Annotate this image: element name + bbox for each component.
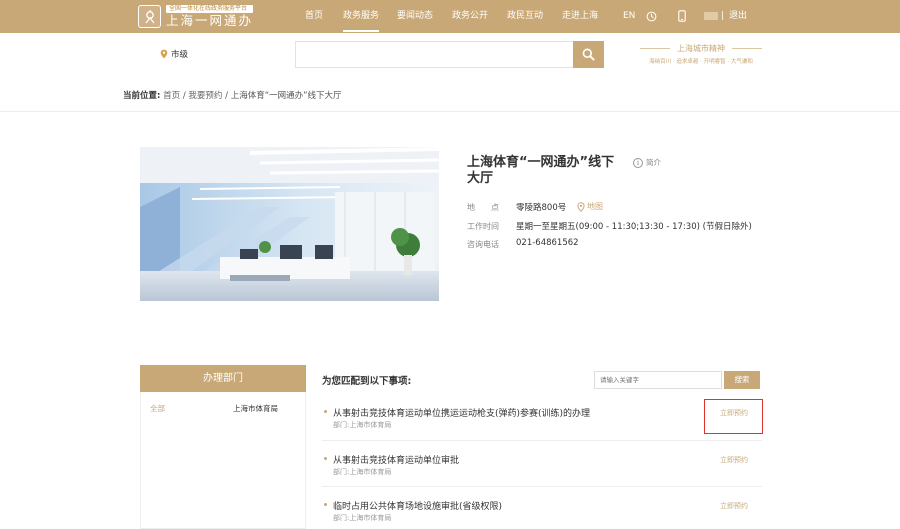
keyword-search-button[interactable]: 搜索: [724, 371, 760, 389]
intro-link[interactable]: i 简介: [633, 157, 661, 168]
nav-news[interactable]: 要闻动态: [397, 0, 433, 33]
hours-label: 工作时间: [467, 222, 499, 231]
reserve-button[interactable]: 立即预约: [720, 501, 748, 511]
address-value: 零陵路800号: [516, 203, 567, 213]
location-label: 市级: [171, 50, 189, 60]
bullet-icon: [324, 410, 327, 413]
breadcrumb-current: 上海体育“一网通办”线下大厅: [230, 91, 342, 101]
phone-label: 咨询电话: [467, 240, 499, 249]
city-spirit-banner: 上海城市精神 海纳百川 · 追求卓越 · 开明睿智 · 大气谦和: [636, 43, 766, 67]
service-item-title[interactable]: 从事射击竞技体育运动单位审批: [333, 453, 459, 466]
service-item-dept: 部门:上海市体育局: [333, 514, 392, 522]
service-item-title[interactable]: 临时占用公共体育场地设施审批(省级权限): [333, 499, 502, 512]
nav-separator: |: [721, 11, 725, 21]
language-switch[interactable]: EN: [623, 0, 635, 33]
info-icon: i: [633, 157, 643, 168]
item-divider: [322, 486, 762, 487]
user-name-masked[interactable]: [704, 12, 718, 20]
breadcrumb-home[interactable]: 首页: [163, 91, 180, 101]
search-button[interactable]: [573, 41, 604, 68]
department-filter-all[interactable]: 全部: [150, 403, 165, 414]
service-item: 从事射击竞技体育运动单位携运运动枪支(弹药)参赛(训练)的办理 部门:上海市体育…: [322, 406, 762, 441]
highlight-box: [704, 399, 763, 434]
breadcrumb-label: 当前位置:: [123, 91, 161, 101]
hall-photo: [140, 147, 439, 301]
service-item: 临时占用公共体育场地设施审批(省级权限) 部门:上海市体育局 立即预约: [322, 499, 762, 529]
service-item: 从事射击竞技体育运动单位审批 部门:上海市体育局 立即预约: [322, 453, 762, 487]
map-link[interactable]: 地图: [577, 201, 603, 212]
nav-government-services[interactable]: 政务服务: [343, 0, 380, 33]
breadcrumb: 当前位置: 首页 / 我要预约 / 上海体育“一网通办”线下大厅: [123, 89, 342, 101]
search-icon: [582, 48, 595, 61]
service-item-dept: 部门:上海市体育局: [333, 421, 392, 429]
bullet-icon: [324, 503, 327, 506]
intro-label: 简介: [646, 158, 661, 167]
department-panel-title: 办理部门: [140, 365, 306, 392]
department-filter-sports-bureau[interactable]: 上海市体育局: [233, 403, 278, 414]
logo-emblem-icon: [138, 5, 161, 28]
results-title: 为您匹配到以下事项:: [322, 376, 412, 387]
top-navigation-bar: 全国一体化在线政务服务平台 上海一网通办 首页 政务服务 要闻动态 政务公开 政…: [0, 0, 900, 33]
city-spirit-tags: 海纳百川 · 追求卓越 · 开明睿智 · 大气谦和: [649, 59, 753, 65]
promo-right-line: [732, 48, 762, 49]
service-item-dept: 部门:上海市体育局: [333, 468, 392, 476]
nav-public-interaction[interactable]: 政民互动: [507, 0, 543, 33]
nav-home[interactable]: 首页: [305, 0, 323, 33]
logo-subtitle: 全国一体化在线政务服务平台: [166, 5, 254, 13]
hall-name: 上海体育“一网通办”线下大厅: [467, 155, 615, 186]
breadcrumb-sep: /: [222, 91, 231, 101]
mobile-icon[interactable]: [675, 9, 689, 23]
header-divider: [0, 111, 900, 112]
logout-link[interactable]: 退出: [729, 0, 747, 33]
nav-explore-shanghai[interactable]: 走进上海: [562, 0, 598, 33]
map-link-label: 地图: [587, 202, 603, 211]
nav-government-affairs[interactable]: 政务公开: [452, 0, 488, 33]
elderly-mode-icon[interactable]: [644, 9, 658, 23]
reserve-button[interactable]: 立即预约: [720, 455, 748, 465]
location-selector[interactable]: 市级: [160, 47, 188, 61]
phone-value: 021-64861562: [516, 238, 579, 248]
search-input[interactable]: [295, 41, 574, 68]
site-logo[interactable]: 全国一体化在线政务服务平台 上海一网通办: [138, 4, 254, 29]
logo-title: 上海一网通办: [166, 13, 254, 28]
map-pin-icon: [577, 201, 585, 212]
address-label: 地 点: [467, 203, 499, 212]
bullet-icon: [324, 457, 327, 460]
item-divider: [322, 440, 762, 441]
keyword-input[interactable]: [594, 371, 722, 389]
location-pin-icon: [160, 49, 168, 59]
service-item-title[interactable]: 从事射击竞技体育运动单位携运运动枪支(弹药)参赛(训练)的办理: [333, 406, 590, 419]
hours-value: 星期一至星期五(09:00 - 11:30;13:30 - 17:30) (节假…: [516, 222, 752, 232]
breadcrumb-reservation[interactable]: 我要预约: [188, 91, 222, 101]
